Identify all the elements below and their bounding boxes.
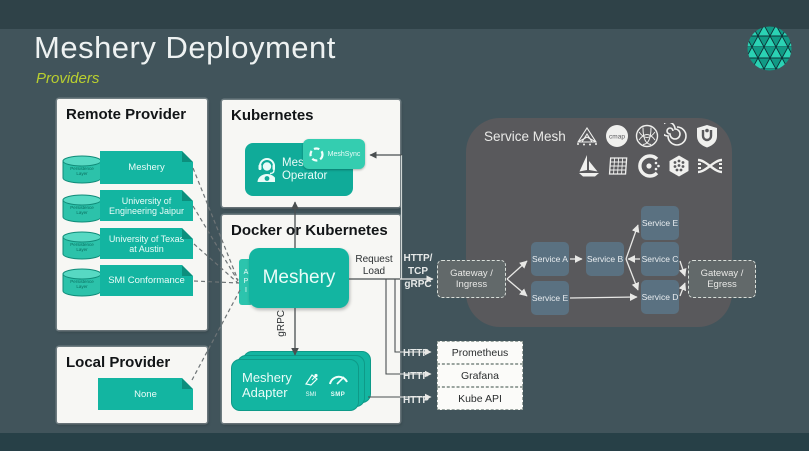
meshery-box: Meshery: [249, 248, 349, 308]
cylinder-label: Persistence Layer: [65, 279, 99, 289]
bottom-band: [0, 433, 809, 451]
provider-item-texas: University of Texas at Austin: [100, 228, 193, 259]
service-node-d: Service D: [641, 280, 679, 314]
grafana-label: Grafana: [461, 370, 499, 382]
remote-provider-title: Remote Provider: [57, 99, 207, 123]
hex-cluster-icon: [666, 153, 692, 179]
kubernetes-title: Kubernetes: [222, 100, 400, 124]
http-label-prometheus: HTTP: [400, 347, 432, 360]
provider-item-label: SMI Conformance: [104, 275, 189, 286]
prometheus-box: Prometheus: [437, 341, 523, 364]
gateway-ingress-box: Gateway / Ingress: [437, 260, 506, 298]
svg-text:cmap: cmap: [609, 134, 625, 141]
adapter-label: Meshery Adapter: [242, 370, 300, 400]
provider-item-jaipur: University of Engineering Jaipur: [100, 190, 193, 221]
gateway-ingress-label: Gateway / Ingress: [438, 268, 505, 290]
prometheus-label: Prometheus: [452, 347, 509, 359]
service-node-e-bottom: Service E: [531, 281, 569, 315]
smi-badge: SMI: [302, 372, 320, 398]
shield-icon: [694, 123, 720, 149]
mesh-logos-row2: [576, 153, 724, 179]
meshery-adapter-box: Meshery Adapter SMI SMP: [232, 360, 358, 410]
cylinder-label: Persistence Layer: [65, 166, 99, 176]
persistence-cylinder: Persistence Layer: [62, 155, 102, 185]
smp-badge: SMP: [327, 372, 349, 398]
kube-api-label: Kube API: [458, 393, 502, 405]
http-label-grafana: HTTP: [400, 370, 432, 383]
persistence-cylinder: Persistence Layer: [62, 194, 102, 224]
local-provider-title: Local Provider: [57, 347, 207, 371]
service-node-c: Service C: [641, 242, 679, 276]
smi-kite-icon: [302, 372, 320, 387]
http-label-kubeapi: HTTP: [400, 394, 432, 407]
istio-sailboat-icon: [576, 153, 602, 179]
mesh-net-icon: [574, 123, 600, 149]
cylinder-label: Persistence Layer: [65, 205, 99, 215]
service-node-a: Service A: [531, 242, 569, 276]
smp-gauge-icon: [327, 372, 349, 387]
cmap-badge-icon: cmap: [604, 123, 630, 149]
docker-kubernetes-title: Docker or Kubernetes: [222, 215, 400, 239]
local-none-label: None: [130, 389, 161, 400]
persistence-cylinder: Persistence Layer: [62, 231, 102, 261]
provider-item-label: Meshery: [124, 162, 168, 173]
top-band: [0, 0, 809, 29]
provider-item-smi: SMI Conformance: [100, 265, 193, 296]
woven-cube-icon: [606, 153, 632, 179]
page-subtitle: Providers: [36, 70, 99, 87]
page-title: Meshery Deployment: [34, 30, 336, 66]
meshery-logo-icon: [746, 25, 793, 77]
rope-cross-icon: [696, 153, 724, 179]
cylinder-label: Persistence Layer: [65, 242, 99, 252]
protocol-label: HTTP/ TCP gRPC: [400, 252, 436, 291]
persistence-cylinder: Persistence Layer: [62, 268, 102, 298]
consul-ring-icon: [636, 153, 662, 179]
grpc-label: gRPC: [272, 310, 292, 352]
grafana-box: Grafana: [437, 364, 523, 387]
nautilus-shell-icon: [664, 123, 690, 149]
meshsync-label: MeshSync: [328, 151, 361, 158]
provider-item-label: University of Texas at Austin: [100, 234, 193, 254]
kube-api-box: Kube API: [437, 387, 523, 410]
mesh-logos-row1: cmap: [574, 123, 720, 149]
smp-label: SMP: [327, 392, 349, 398]
adapter-badges: SMI SMP: [302, 372, 349, 398]
service-node-b: Service B: [586, 242, 624, 276]
local-none-box: None: [98, 378, 193, 410]
service-node-e-top: Service E: [641, 206, 679, 240]
gateway-egress-label: Gateway / Egress: [689, 268, 755, 290]
request-load-label: Request Load: [352, 254, 396, 278]
knot-ring-icon: [634, 123, 660, 149]
sync-ring-icon: [308, 146, 325, 163]
gateway-egress-box: Gateway / Egress: [688, 260, 756, 298]
meshery-box-label: Meshery: [263, 267, 336, 289]
service-mesh-title: Service Mesh: [484, 129, 566, 144]
slide-background: Meshery Deployment Providers Remote Prov…: [0, 0, 809, 451]
provider-item-meshery: Meshery: [100, 151, 193, 184]
provider-item-label: University of Engineering Jaipur: [100, 196, 193, 216]
smi-label: SMI: [302, 392, 320, 398]
operator-headset-icon: [252, 155, 275, 185]
meshsync-box: MeshSync: [303, 139, 365, 169]
